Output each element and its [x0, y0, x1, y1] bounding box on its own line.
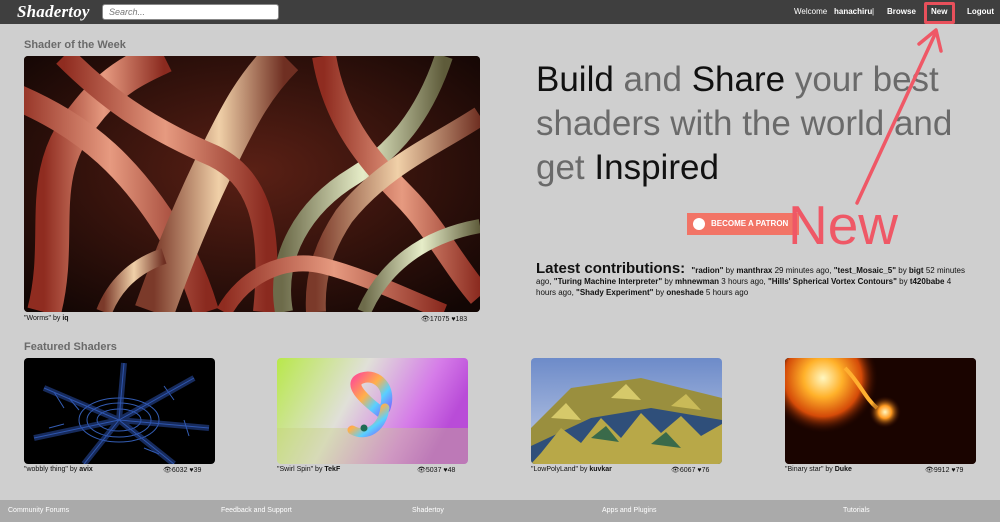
latest-contributions: Latest contributions: "radion" by manthr…	[536, 260, 966, 298]
contribution-link[interactable]: "radion"	[691, 266, 723, 275]
featured-stats: 👁9912 ♥79	[925, 466, 963, 474]
time-text: 5 hours ago	[703, 288, 749, 297]
like-count: 183	[455, 316, 468, 323]
shader-of-week-title: Shader of the Week	[24, 39, 126, 51]
featured-thumbnail-binary-star[interactable]	[785, 358, 976, 464]
footer-link-tutorials[interactable]: Tutorials	[843, 500, 870, 522]
browse-link[interactable]: Browse	[887, 0, 916, 24]
contribution-link[interactable]: "Turing Machine Interpreter"	[554, 277, 662, 286]
author-link[interactable]: avix	[79, 466, 93, 473]
welcome-text: Welcome	[794, 7, 828, 16]
author-link[interactable]: kuvkar	[589, 466, 612, 473]
contributor-link[interactable]: bigt	[909, 266, 924, 275]
logout-link[interactable]: Logout	[967, 0, 994, 24]
view-count: 5037	[425, 467, 442, 474]
hero-word-inspired: Inspired	[594, 148, 719, 187]
contributor-link[interactable]: mhnewman	[675, 277, 719, 286]
featured-caption: "wobbly thing" by avix	[24, 466, 93, 473]
contributor-link[interactable]: t420babe	[910, 277, 945, 286]
top-bar: Shadertoy Welcome hanachiru | Browse New…	[0, 0, 1000, 24]
shader-of-week-caption: "Worms" by iq	[24, 315, 69, 322]
footer-link-community-forums[interactable]: Community Forums	[8, 500, 69, 522]
by-text: by	[723, 266, 737, 275]
new-highlight-box	[924, 2, 955, 24]
patreon-icon	[693, 218, 705, 230]
contribution-link[interactable]: "Shady Experiment"	[576, 288, 653, 297]
hero-word-and: and	[613, 60, 692, 99]
by-text: by	[69, 466, 78, 473]
like-count: 39	[193, 467, 202, 474]
featured-caption: "Swirl Spin" by TekF	[277, 466, 340, 473]
featured-thumbnail-swirl-spin[interactable]	[277, 358, 468, 464]
eye-icon: 👁	[163, 467, 172, 474]
shadertoy-logo[interactable]: Shadertoy	[17, 2, 90, 22]
time-text: 3 hours ago,	[719, 277, 768, 286]
by-text: by	[662, 277, 676, 286]
lowpolyland-preview-image	[531, 358, 722, 464]
featured-stats: 👁6032 ♥39	[163, 466, 201, 474]
wobbly-thing-preview-image	[33, 362, 210, 464]
view-count: 9912	[933, 467, 950, 474]
shader-name-link[interactable]: "Worms"	[24, 315, 51, 322]
shader-of-week-stats: 👁17075 ♥183	[421, 315, 467, 323]
eye-icon: 👁	[421, 316, 430, 323]
binary-star-preview-image	[785, 358, 976, 464]
become-patron-button[interactable]: BECOME A PATRON	[687, 213, 799, 235]
featured-thumbnail-lowpolyland[interactable]	[531, 358, 722, 464]
featured-shaders-title: Featured Shaders	[24, 341, 117, 353]
time-text: 29 minutes ago,	[772, 266, 834, 275]
shader-name-link[interactable]: "wobbly thing"	[24, 466, 68, 473]
view-count: 6032	[171, 467, 188, 474]
featured-stats: 👁5037 ♥48	[417, 466, 455, 474]
shader-of-week-thumbnail[interactable]	[24, 56, 480, 312]
featured-thumbnail-wobbly-thing[interactable]	[24, 358, 215, 464]
shader-name-link[interactable]: "Swirl Spin"	[277, 466, 313, 473]
by-text: by	[896, 277, 910, 286]
by-text: by	[315, 466, 323, 473]
author-link[interactable]: TekF	[324, 466, 340, 473]
footer-link-feedback[interactable]: Feedback and Support	[221, 500, 292, 522]
username-link[interactable]: hanachiru	[834, 0, 872, 24]
nav-separator: |	[872, 7, 875, 16]
by-text: by	[52, 315, 61, 322]
like-count: 76	[701, 467, 710, 474]
footer: Community Forums Feedback and Support Sh…	[0, 500, 1000, 522]
featured-stats: 👁6067 ♥76	[671, 466, 709, 474]
worms-preview-image	[24, 56, 480, 312]
hero-word-share: Share	[691, 60, 786, 99]
eye-icon: 👁	[417, 467, 426, 474]
by-text: by	[896, 266, 909, 275]
latest-title: Latest contributions:	[536, 260, 686, 277]
by-text: by	[825, 466, 833, 473]
author-link[interactable]: Duke	[835, 466, 852, 473]
shader-name-link[interactable]: "LowPolyLand"	[531, 466, 578, 473]
like-count: 79	[955, 467, 964, 474]
author-link[interactable]: iq	[62, 315, 68, 322]
by-text: by	[653, 288, 667, 297]
view-count: 6067	[679, 467, 696, 474]
contribution-link[interactable]: "Hills' Spherical Vortex Contours"	[768, 277, 897, 286]
swirl-spin-preview-image	[277, 358, 468, 464]
contributor-link[interactable]: oneshade	[666, 288, 703, 297]
footer-link-shadertoy[interactable]: Shadertoy	[412, 500, 444, 522]
hero-word-build: Build	[536, 60, 614, 99]
eye-icon: 👁	[925, 467, 934, 474]
contributor-link[interactable]: manthrax	[736, 266, 772, 275]
like-count: 48	[447, 467, 456, 474]
shader-name-link[interactable]: "Binary star"	[785, 466, 823, 473]
hero-headline: Build and Share your best shaders with t…	[536, 58, 976, 190]
by-text: by	[579, 466, 588, 473]
contribution-link[interactable]: "test_Mosaic_5"	[834, 266, 896, 275]
featured-caption: "Binary star" by Duke	[785, 466, 852, 473]
eye-icon: 👁	[671, 467, 680, 474]
featured-caption: "LowPolyLand" by kuvkar	[531, 466, 612, 473]
footer-link-apps-plugins[interactable]: Apps and Plugins	[602, 500, 656, 522]
new-annotation-label: New	[788, 194, 899, 256]
view-count: 17075	[429, 316, 450, 323]
patron-label: BECOME A PATRON	[711, 219, 789, 228]
search-input[interactable]	[102, 4, 279, 20]
